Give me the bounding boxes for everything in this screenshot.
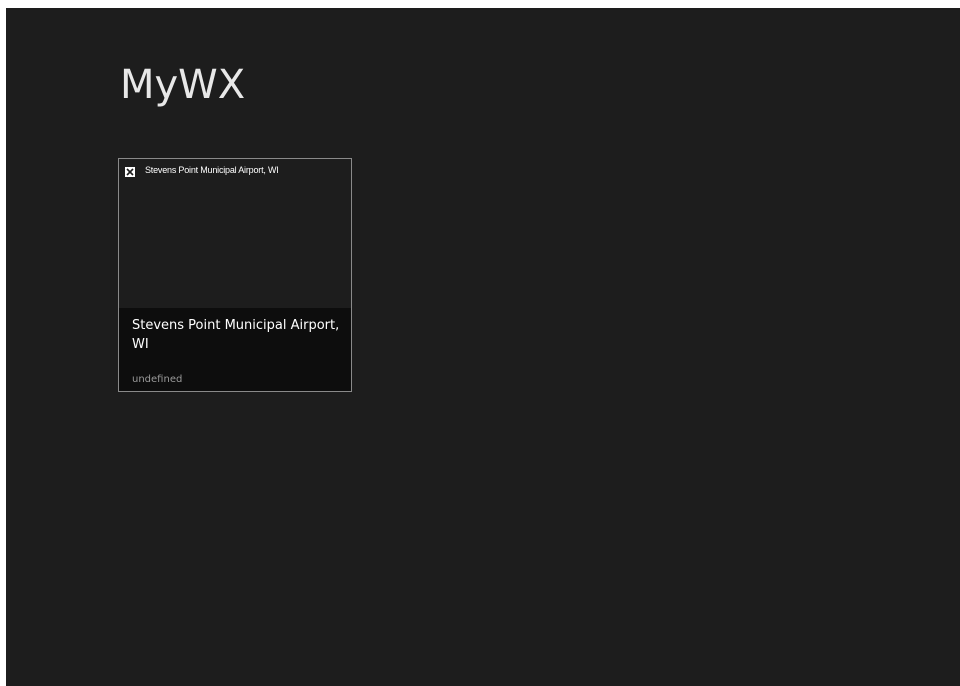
tile-caption: Stevens Point Municipal Airport, WI unde… [119,308,351,391]
tile-image-alt-text: Stevens Point Municipal Airport, WI [145,165,279,175]
app-window: MyWX Stevens Point Municipal Airport, WI… [6,8,960,686]
tile-location-name: Stevens Point Municipal Airport, WI [132,318,340,352]
app-title: MyWX [120,62,246,108]
broken-image-icon [125,167,135,177]
broken-image-glyph [126,168,134,176]
location-tile[interactable]: Stevens Point Municipal Airport, WI Stev… [118,158,352,392]
tile-subtitle: undefined [132,374,183,385]
tile-image: Stevens Point Municipal Airport, WI [119,159,351,308]
